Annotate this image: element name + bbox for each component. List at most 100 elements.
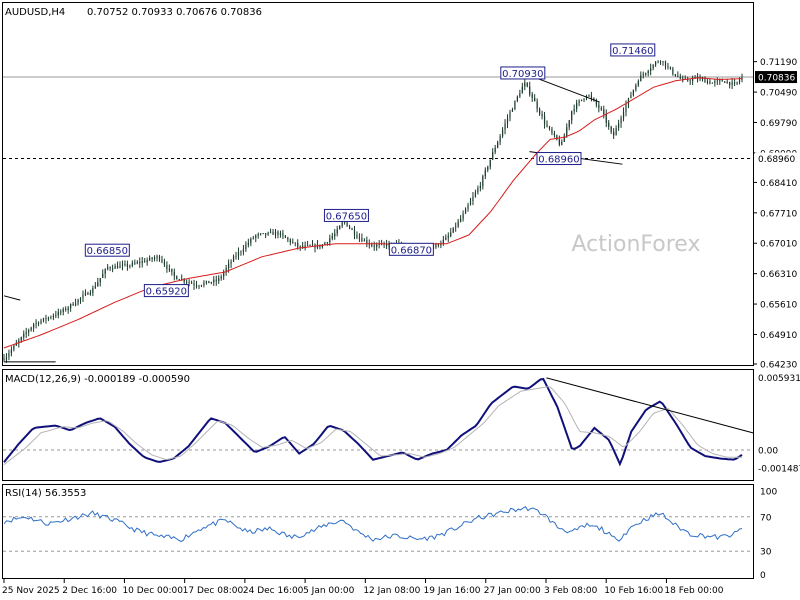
candle <box>220 274 222 281</box>
candle <box>494 144 496 155</box>
candle <box>195 280 198 289</box>
candle <box>89 289 91 296</box>
candle <box>74 298 77 307</box>
candle <box>610 125 612 135</box>
candle-body <box>292 242 294 244</box>
candle <box>70 303 72 312</box>
candle-body <box>467 205 469 209</box>
candle-body <box>188 282 190 284</box>
candle <box>316 240 319 250</box>
candle-body <box>193 283 195 286</box>
candle-body <box>460 218 462 222</box>
candle <box>223 269 225 280</box>
candle <box>205 280 207 285</box>
candle <box>506 114 509 129</box>
candle <box>627 97 630 109</box>
candle <box>556 134 558 141</box>
candle-body <box>23 333 25 338</box>
candle-body <box>326 242 328 244</box>
candle <box>84 289 87 297</box>
candle-body <box>70 303 72 308</box>
time-axis-tick-label: 24 Dec 16:00 <box>243 586 304 596</box>
candle-body <box>647 71 649 74</box>
candle-body <box>719 80 721 82</box>
candle-body <box>269 231 272 233</box>
price-axis-tick-label: 0.66310 <box>760 270 797 280</box>
candle-body <box>171 268 173 272</box>
candle <box>215 275 217 286</box>
candle <box>652 64 654 71</box>
candle-body <box>566 127 568 136</box>
candle <box>163 258 166 268</box>
candle <box>267 231 269 236</box>
candle-body <box>210 282 212 284</box>
candle <box>136 260 138 265</box>
candle-body <box>346 222 348 227</box>
candle <box>682 75 684 83</box>
candle <box>487 165 489 173</box>
candle-body <box>205 280 207 283</box>
candle-body <box>116 265 119 269</box>
candle <box>467 202 469 212</box>
candle-body <box>242 249 245 252</box>
candle-body <box>716 80 718 82</box>
candle <box>260 233 262 236</box>
candle <box>632 89 634 97</box>
candle-body <box>255 235 257 238</box>
candle-body <box>580 99 583 101</box>
candle <box>464 207 467 214</box>
candle-body <box>309 245 311 246</box>
price-axis-tick-label: 0.64230 <box>760 361 797 371</box>
candle <box>497 140 499 149</box>
candle-body <box>588 95 590 97</box>
rsi-title: RSI(14) 56.3553 <box>5 488 86 499</box>
candle-body <box>284 235 286 238</box>
candle-body <box>13 345 15 350</box>
candle-body <box>474 192 477 197</box>
candle <box>114 263 116 269</box>
candle-body <box>477 188 479 193</box>
candle-body <box>79 297 82 300</box>
macd-axis-tick-label: 0.00 <box>758 446 778 456</box>
candle <box>176 275 178 280</box>
candle <box>99 277 101 287</box>
candle-body <box>558 139 560 145</box>
candle <box>546 120 548 128</box>
candle-body <box>479 186 481 189</box>
candle-body <box>112 268 114 270</box>
candle <box>274 228 277 239</box>
candle-body <box>260 233 262 235</box>
candle-body <box>351 228 353 230</box>
candle-body <box>714 81 716 83</box>
rsi-axis-tick-label: 30 <box>760 548 772 558</box>
candle <box>543 111 546 129</box>
candle-body <box>615 128 617 136</box>
candle <box>477 185 479 195</box>
candle-body <box>124 264 126 265</box>
candle-body <box>613 131 615 136</box>
candle <box>144 258 146 263</box>
candle <box>279 230 282 238</box>
candle <box>662 60 664 66</box>
candle <box>23 330 25 341</box>
candle-body <box>131 263 133 266</box>
candle-body <box>220 276 222 279</box>
price-axis-tick-label: 0.69790 <box>760 119 797 129</box>
candle <box>561 139 563 146</box>
candle-body <box>30 327 32 331</box>
candle-body <box>578 100 580 103</box>
candle-body <box>5 356 8 361</box>
candle-body <box>600 108 602 110</box>
candle-body <box>445 237 447 240</box>
candle-body <box>376 244 378 247</box>
candle <box>30 326 32 332</box>
candle-body <box>536 101 538 109</box>
candle-body <box>548 126 551 129</box>
candle <box>156 254 158 262</box>
time-axis-tick-label: 10 Dec 00:00 <box>122 586 183 596</box>
candle <box>124 260 126 267</box>
candle-body <box>583 98 585 100</box>
candle-body <box>329 238 331 243</box>
candle-body <box>28 330 30 333</box>
candle <box>109 266 111 272</box>
